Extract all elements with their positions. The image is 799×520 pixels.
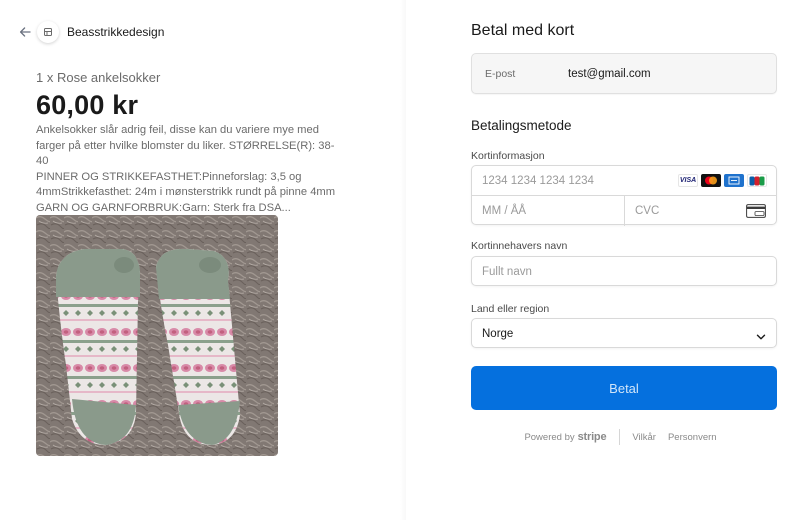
description-line: farger på etter hvilke blomster du liker… [36,139,335,168]
expiry-input[interactable]: MM / ÅÅ [472,196,625,226]
card-info-group: 1234 1234 1234 1234 VISA MM / ÅÅ CVC [471,165,778,226]
cardholder-label: Kortinnehavers navn [471,240,568,252]
country-value: Norge [482,328,514,340]
product-image [36,215,278,456]
order-summary-panel: Beasstrikkedesign 1 x Rose ankelsokker 6… [0,0,406,520]
country-select[interactable]: Norge [471,318,777,348]
cvc-input[interactable]: CVC [625,196,778,226]
cardholder-placeholder: Fullt navn [482,266,532,278]
email-value: test@gmail.com [568,67,651,80]
visa-icon: VISA [678,174,698,187]
amex-icon [724,174,744,187]
cardholder-name-input[interactable]: Fullt navn [471,256,777,286]
privacy-link[interactable]: Personvern [668,432,717,443]
cvc-placeholder: CVC [635,205,660,217]
merchant-name: Beasstrikkedesign [67,25,165,39]
jcb-icon [747,174,767,187]
card-number-input[interactable]: 1234 1234 1234 1234 VISA [472,166,776,196]
country-label: Land eller region [471,303,550,315]
email-field[interactable]: E-post test@gmail.com [471,53,777,94]
expiry-placeholder: MM / ÅÅ [482,205,527,217]
description-line: PINNER OG STRIKKEFASTHET:Pinneforslag: 3… [36,170,302,183]
card-info-label: Kortinformasjon [471,150,545,162]
chevron-down-icon [756,329,766,340]
product-quantity-name: 1 x Rose ankelsokker [36,70,161,85]
payment-title: Betal med kort [471,22,575,39]
footer: Powered by stripe Vilkår Personvern [406,429,799,445]
arrow-left-icon[interactable] [18,25,32,39]
mastercard-icon [701,174,721,187]
powered-by-text: Powered by [524,431,575,443]
cvc-card-icon [746,204,766,218]
pay-button[interactable]: Betal [471,366,777,410]
card-number-placeholder: 1234 1234 1234 1234 [482,175,594,187]
email-label: E-post [485,67,516,80]
card-brands: VISA [678,174,767,187]
merchant-header: Beasstrikkedesign [18,20,164,44]
stripe-logo: stripe [577,431,607,443]
total-price: 60,00 kr [36,90,139,120]
powered-by-stripe[interactable]: Powered by stripe [524,431,606,443]
description-line: GARN OG GARNFORBRUK:Garn: Sterk fra DSA.… [36,201,291,214]
footer-divider [619,429,621,445]
store-icon [37,21,59,43]
description-line: 4mmStrikkefasthet: 24m i mønsterstrikk r… [36,186,336,198]
terms-link[interactable]: Vilkår [632,432,656,443]
product-description: Ankelsokker slår adrig feil, disse kan d… [36,123,346,216]
description-line: Ankelsokker slår adrig feil, disse kan d… [36,124,319,136]
payment-method-title: Betalingsmetode [471,118,572,133]
payment-panel: Betal med kort E-post test@gmail.com Bet… [406,0,799,520]
